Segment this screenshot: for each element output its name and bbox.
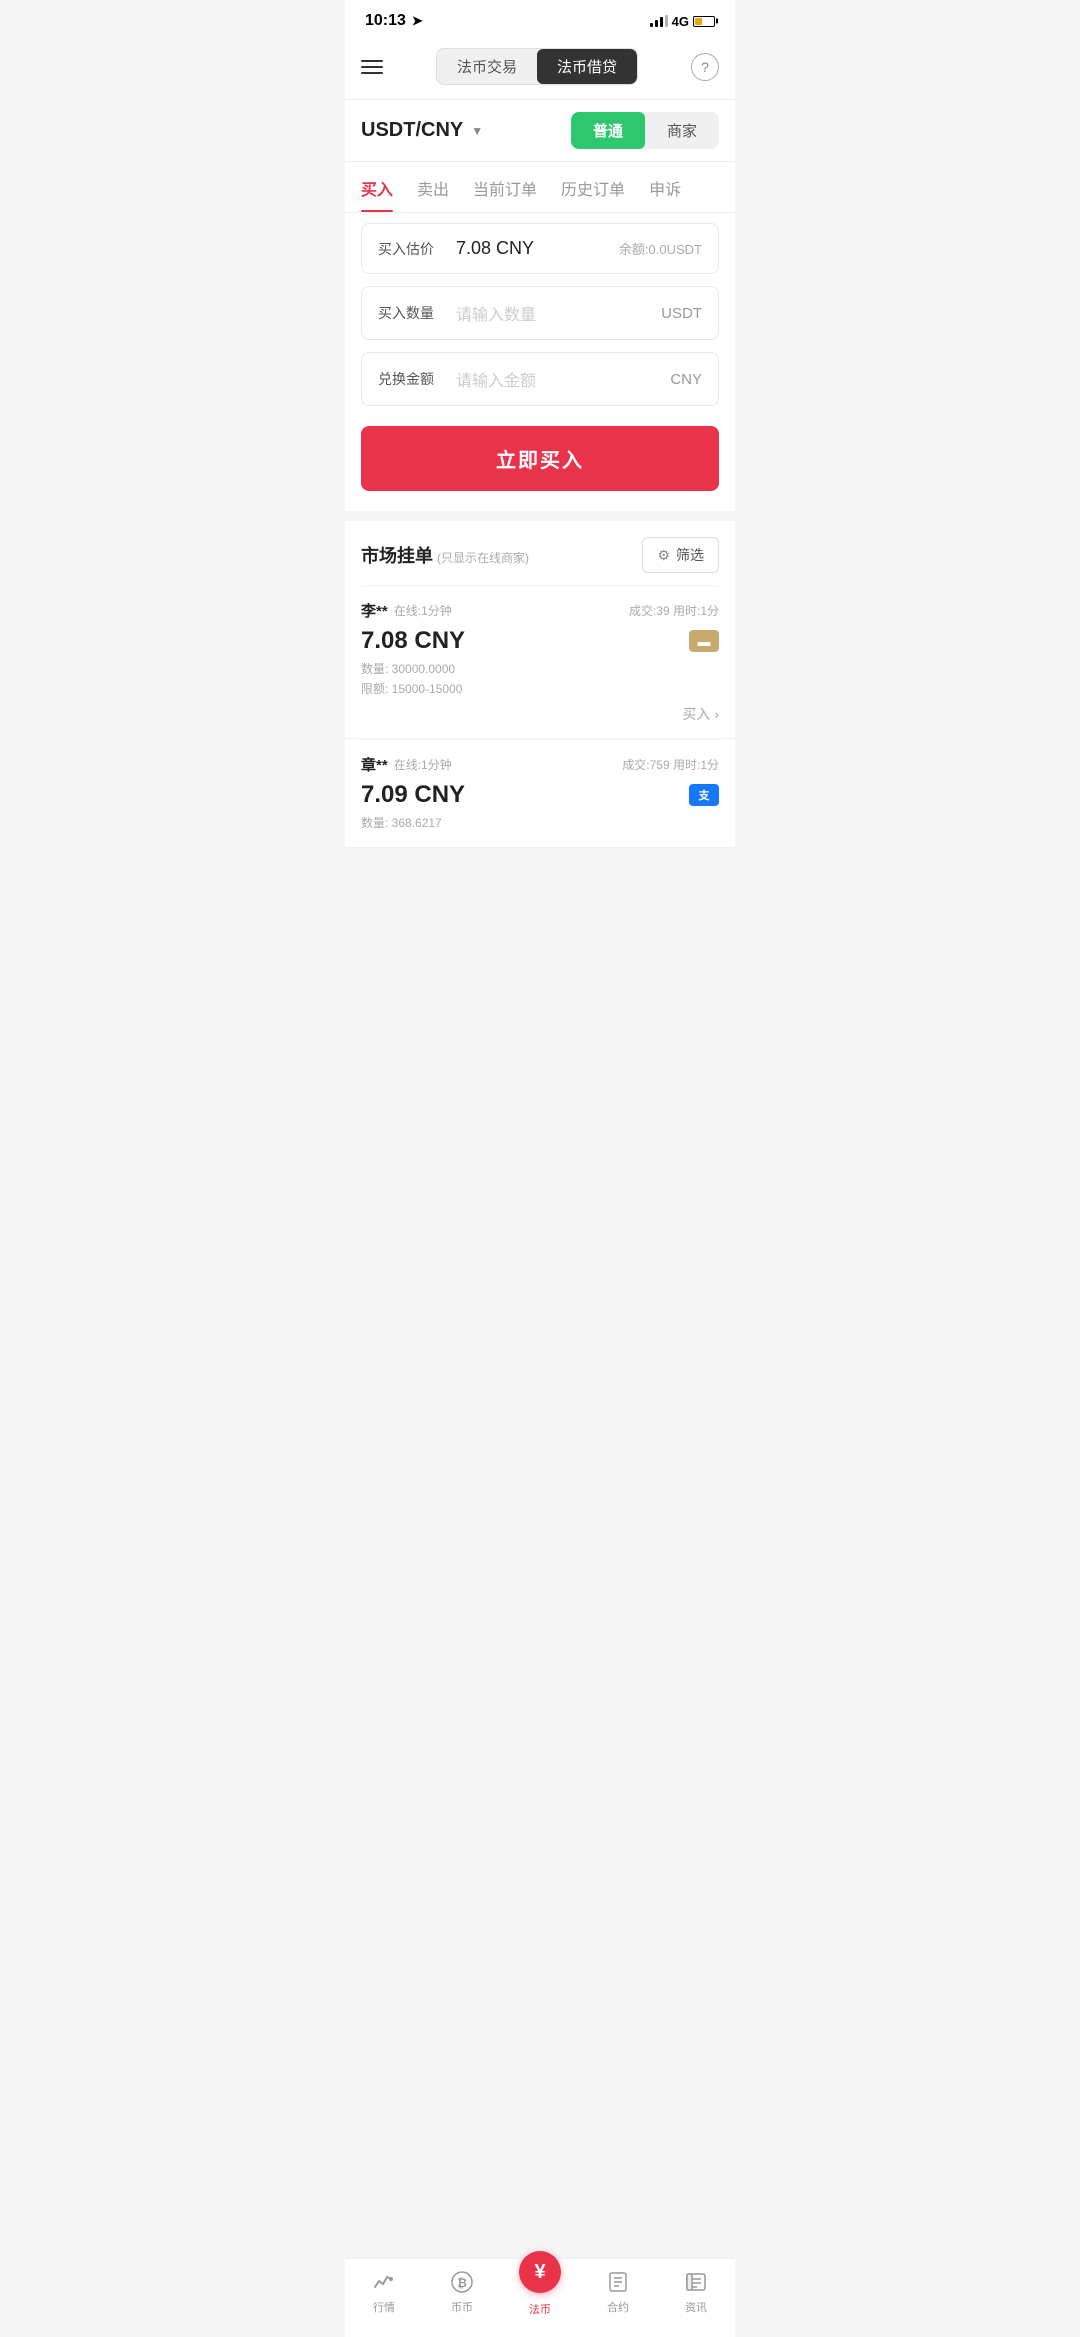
price-card: 买入估价 7.08 CNY 余额:0.0USDT [361,223,719,274]
nav-label-market: 行情 [373,2299,395,2315]
status-icons: 4G [650,14,715,29]
subtab-history[interactable]: 历史订单 [561,162,625,212]
nav-item-fabi[interactable]: ¥ 法币 [501,2267,579,2317]
header-tabs: 法币交易 法币借贷 [436,48,638,85]
nav-label-contract: 合约 [607,2299,629,2315]
quantity-label: 买入数量 [378,303,446,323]
nav-label-news: 资讯 [685,2299,707,2315]
merchant-stats-2: 成交:759 用时:1分 [622,756,719,773]
merchant-price-row-1: 7.08 CNY ▬ [361,627,719,655]
nav-label-coin: 币币 [451,2299,473,2315]
price-value: 7.08 CNY [456,238,619,259]
buy-button[interactable]: 立即买入 [361,426,719,491]
pair-label: USDT/CNY [361,119,463,142]
status-bar: 10:13 ➤ 4G [345,0,735,38]
market-title-main: 市场挂单 [361,542,433,568]
market-section: 市场挂单 (只显示在线商家) ⚙ 筛选 李** 在线:1分钟 成交:39 用时:… [345,521,735,848]
help-button[interactable]: ? [691,53,719,81]
action-buy-label-1: 买入 [682,704,710,724]
subtab-buy[interactable]: 买入 [361,162,393,212]
mode-normal[interactable]: 普通 [571,112,645,149]
battery-icon [693,16,715,27]
merchant-action-1[interactable]: 买入 › [361,704,719,724]
merchant-stats-1: 成交:39 用时:1分 [629,602,719,619]
status-time: 10:13 [365,12,406,30]
price-label: 买入估价 [378,239,446,259]
balance-display: 余额:0.0USDT [619,239,702,258]
merchant-name-2: 章** [361,754,388,775]
nav-item-contract[interactable]: 合约 [579,2269,657,2315]
merchant-item-2: 章** 在线:1分钟 成交:759 用时:1分 7.09 CNY 支 数量: 3… [345,740,735,848]
merchant-price-1: 7.08 CNY [361,627,465,655]
nav-item-news[interactable]: 资讯 [657,2269,735,2315]
nav-fabi-symbol: ¥ [534,2261,545,2284]
pair-arrow-icon: ▼ [471,124,483,138]
action-arrow-icon-1: › [714,706,719,722]
nav-label-fabi: 法币 [529,2301,551,2317]
payment-icon-alipay-2: 支 [689,784,719,806]
filter-icon: ⚙ [657,547,670,564]
signal-icon [650,15,668,27]
menu-button[interactable] [361,60,383,74]
merchant-top-1: 李** 在线:1分钟 成交:39 用时:1分 [361,600,719,621]
mode-tabs: 普通 商家 [571,112,719,149]
merchant-top-2: 章** 在线:1分钟 成交:759 用时:1分 [361,754,719,775]
merchant-detail-2: 数量: 368.6217 [361,813,719,833]
header: 法币交易 法币借贷 ? [345,38,735,100]
filter-button[interactable]: ⚙ 筛选 [642,537,719,573]
amount-suffix: CNY [670,371,702,388]
nav-item-market[interactable]: 行情 [345,2269,423,2315]
filter-label: 筛选 [676,545,704,565]
market-title-sub: (只显示在线商家) [437,549,529,566]
payment-icon-card-1: ▬ [689,630,719,652]
form-area: 买入估价 7.08 CNY 余额:0.0USDT 买入数量 请输入数量 USDT… [345,213,735,511]
nav-icon-contract [605,2269,631,2295]
market-title: 市场挂单 (只显示在线商家) [361,542,529,568]
amount-label: 兑换金额 [378,369,446,389]
amount-input[interactable]: 请输入金额 [456,367,670,391]
pair-selector-row: USDT/CNY ▼ 普通 商家 [345,100,735,162]
subtab-current-orders[interactable]: 当前订单 [473,162,537,212]
merchant-info-1: 李** 在线:1分钟 [361,600,452,621]
mode-merchant[interactable]: 商家 [645,112,719,149]
bottom-nav: 行情 ₿ 币币 ¥ 法币 合约 [345,2258,735,2337]
merchant-info-2: 章** 在线:1分钟 [361,754,452,775]
network-type: 4G [672,14,689,29]
merchant-detail-1: 数量: 30000.0000 限额: 15000-15000 [361,659,719,700]
merchant-item: 李** 在线:1分钟 成交:39 用时:1分 7.08 CNY ▬ 数量: 30… [345,586,735,739]
quantity-card[interactable]: 买入数量 请输入数量 USDT [361,286,719,340]
merchant-price-2: 7.09 CNY [361,781,465,809]
location-icon: ➤ [412,13,423,29]
sub-tabs: 买入 卖出 当前订单 历史订单 申诉 [345,162,735,213]
tab-fabi-trading[interactable]: 法币交易 [437,49,537,84]
merchant-name-1: 李** [361,600,388,621]
nav-icon-fabi-circle: ¥ [519,2251,561,2293]
amount-card[interactable]: 兑换金额 请输入金额 CNY [361,352,719,406]
svg-text:₿: ₿ [457,2276,467,2290]
quantity-input[interactable]: 请输入数量 [456,301,661,325]
tab-fabi-loan[interactable]: 法币借贷 [537,49,637,84]
pair-selector[interactable]: USDT/CNY ▼ [361,119,483,142]
nav-icon-market [371,2269,397,2295]
nav-item-coin[interactable]: ₿ 币币 [423,2269,501,2315]
merchant-online-1: 在线:1分钟 [394,602,452,619]
merchant-price-row-2: 7.09 CNY 支 [361,781,719,809]
merchant-online-2: 在线:1分钟 [394,756,452,773]
market-header: 市场挂单 (只显示在线商家) ⚙ 筛选 [345,521,735,585]
nav-icon-news [683,2269,709,2295]
subtab-appeal[interactable]: 申诉 [649,162,681,212]
nav-icon-coin: ₿ [449,2269,475,2295]
subtab-sell[interactable]: 卖出 [417,162,449,212]
quantity-suffix: USDT [661,305,702,322]
